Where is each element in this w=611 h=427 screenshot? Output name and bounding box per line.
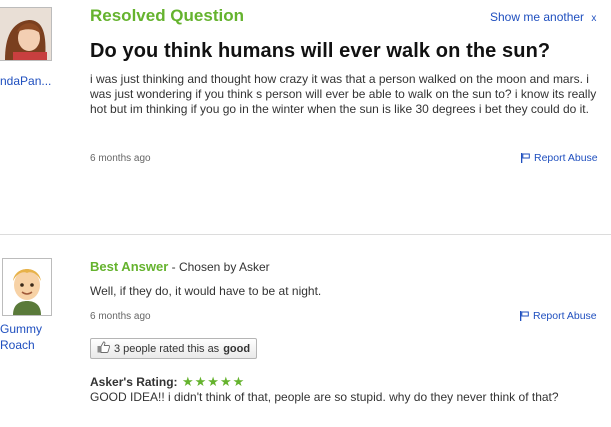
- report-abuse-label[interactable]: Report Abuse: [533, 310, 597, 322]
- thumbs-up-icon: [97, 341, 111, 356]
- star-rating-icon: ★★★★★: [182, 374, 246, 389]
- asker-name[interactable]: ndaPan...: [0, 73, 51, 89]
- answerer-name[interactable]: Gummy Roach: [0, 321, 50, 353]
- asker-avatar-image: [0, 8, 51, 60]
- answer-timestamp: 6 months ago: [90, 311, 151, 322]
- question-timestamp: 6 months ago: [90, 153, 151, 164]
- asker-comment: GOOD IDEA!! i didn't think of that, peop…: [90, 390, 559, 404]
- best-answer-label: Best Answer: [90, 259, 169, 274]
- answer-text: Well, if they do, it would have to be at…: [90, 284, 322, 298]
- answerer-avatar-image: [3, 259, 51, 315]
- show-another-link[interactable]: Show me another x: [490, 10, 596, 24]
- chosen-by-asker-label: - Chosen by Asker: [168, 260, 270, 274]
- rate-good-button[interactable]: 3 people rated this as good: [90, 338, 258, 359]
- rating-count-text: 3 people rated this as: [114, 342, 220, 355]
- report-abuse-label[interactable]: Report Abuse: [534, 152, 598, 164]
- question-title: Do you think humans will ever walk on th…: [90, 40, 551, 62]
- flag-icon: [520, 311, 529, 321]
- close-icon[interactable]: x: [591, 13, 596, 24]
- resolved-question-heading: Resolved Question: [90, 6, 244, 25]
- flag-icon: [521, 153, 530, 163]
- show-another-label[interactable]: Show me another: [490, 10, 584, 24]
- question-body: i was just thinking and thought how craz…: [90, 72, 597, 116]
- rating-value: good: [223, 342, 251, 355]
- asker-avatar[interactable]: [0, 7, 52, 61]
- asker-rating-label: Asker's Rating:: [90, 375, 178, 389]
- answer-report-abuse-link[interactable]: Report Abuse: [520, 310, 597, 322]
- question-report-abuse-link[interactable]: Report Abuse: [521, 152, 598, 164]
- best-answer-heading: Best Answer - Chosen by Asker: [90, 258, 270, 276]
- section-divider: [0, 234, 611, 235]
- asker-rating-row: Asker's Rating: ★★★★★: [90, 373, 245, 391]
- answerer-avatar[interactable]: [2, 258, 52, 316]
